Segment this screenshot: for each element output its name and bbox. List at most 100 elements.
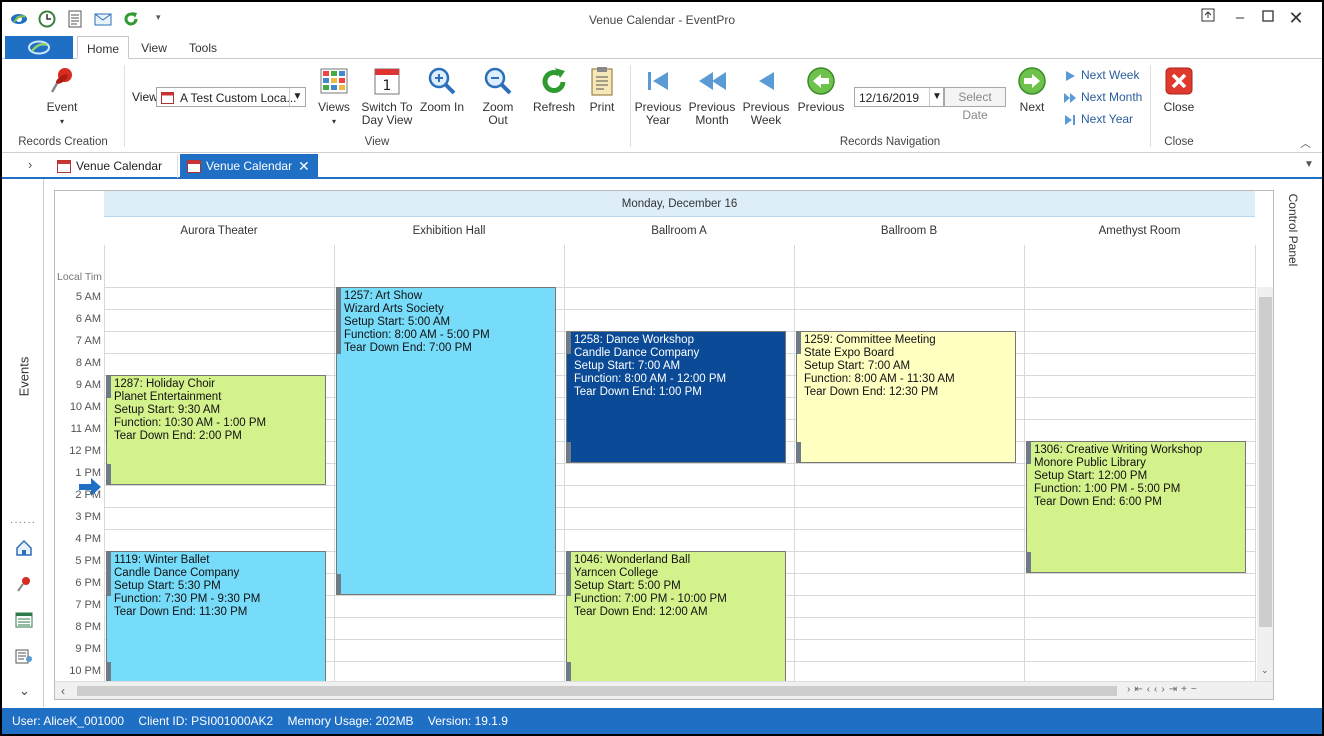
left-panel: Events ······ ⌄	[2, 179, 44, 707]
event-detail: Tear Down End: 6:00 PM	[1034, 496, 1162, 508]
splitter-grip[interactable]: ······	[10, 517, 36, 528]
close-window-icon[interactable]: ✕	[1286, 8, 1306, 28]
list-window-icon[interactable]	[15, 611, 33, 629]
select-date-button[interactable]: Select Date	[944, 87, 1006, 122]
separator	[1150, 65, 1151, 147]
time-label: 11 AM	[70, 423, 101, 435]
event-block[interactable]: 1046: Wonderland Ball Yarncen College Setu…	[566, 551, 786, 683]
event-block[interactable]: 1258: Dance Workshop Candle Dance Company…	[566, 331, 786, 463]
pushpin-icon	[50, 68, 72, 93]
group-records-creation: Records Creation	[18, 136, 108, 148]
event-block[interactable]: 1287: Holiday Choir Planet Entertainment S…	[106, 375, 326, 485]
application-menu-button[interactable]	[5, 36, 73, 59]
event-detail: Candle Dance Company	[114, 567, 240, 579]
date-chevron-down-icon[interactable]: ▼	[929, 88, 944, 106]
minimize-icon[interactable]: –	[1230, 8, 1250, 28]
app-menu-logo-icon	[28, 40, 50, 55]
event-block[interactable]: 1257: Art Show Wizard Arts Society Setup S…	[336, 287, 556, 595]
event-status-bar	[107, 552, 111, 682]
next-week-button[interactable]: Next Week	[1064, 67, 1139, 83]
event-button[interactable]: Event ▾	[34, 65, 90, 128]
view-label: View	[132, 90, 158, 104]
event-title: 1259: Committee Meeting	[804, 334, 936, 346]
restore-ribbon-icon[interactable]	[1198, 8, 1218, 28]
previous-button[interactable]: Previous	[796, 65, 846, 114]
previous-label: Previous	[797, 100, 845, 114]
next-month-button[interactable]: Next Month	[1064, 89, 1142, 105]
maximize-icon[interactable]	[1258, 8, 1278, 28]
event-pin-icon[interactable]	[15, 575, 33, 593]
chevron-right-icon[interactable]: ›	[28, 157, 32, 172]
event-detail: Tear Down End: 7:00 PM	[344, 342, 472, 354]
vertical-scrollbar[interactable]: ⌄	[1257, 287, 1273, 681]
views-button[interactable]: Views ▾	[314, 65, 354, 128]
event-block[interactable]: 1259: Committee Meeting State Expo Board S…	[796, 331, 1016, 463]
event-detail: State Expo Board	[804, 347, 895, 359]
horizontal-scrollbar[interactable]: ‹ ›⇤‹‹›⇥+−	[55, 681, 1273, 699]
events-label: Events	[16, 356, 32, 397]
chevron-down-icon[interactable]: ▼	[289, 88, 305, 106]
refresh-button[interactable]: Refresh	[530, 65, 578, 114]
time-label: 3 PM	[75, 511, 101, 523]
time-label: 6 PM	[75, 577, 101, 589]
close-x-icon	[1165, 67, 1193, 95]
column-divider	[1255, 245, 1256, 681]
tab-tools[interactable]: Tools	[182, 36, 224, 59]
tab-home[interactable]: Home	[77, 36, 129, 59]
next-year-button[interactable]: Next Year	[1064, 111, 1133, 127]
status-memory: Memory Usage: 202MB	[287, 714, 414, 728]
event-status-bar	[567, 552, 571, 682]
chevron-down-icon[interactable]: ⌄	[19, 683, 30, 699]
previous-month-button[interactable]: Previous Month	[688, 65, 736, 127]
navigator-buttons[interactable]: ›⇤‹‹›⇥+−	[1127, 684, 1201, 695]
zoom-in-button[interactable]: Zoom In	[418, 65, 466, 114]
time-zone-label: Local Tim	[57, 271, 102, 283]
home-icon[interactable]	[15, 539, 33, 557]
last-arrow-icon	[1065, 114, 1075, 125]
collapse-ribbon-icon[interactable]: ︿	[1300, 135, 1311, 151]
views-dropdown-icon: ▾	[331, 117, 336, 126]
previous-week-button[interactable]: Previous Week	[742, 65, 790, 127]
h-scrollbar-thumb[interactable]	[77, 686, 1117, 696]
date-value: 12/16/2019	[859, 91, 920, 105]
close-button[interactable]: Close	[1158, 65, 1200, 114]
right-panel: Control Panel	[1280, 179, 1322, 707]
previous-year-button[interactable]: Previous Year	[634, 65, 682, 127]
print-label: Print	[589, 100, 615, 114]
tab-view[interactable]: View	[133, 36, 175, 59]
control-panel-tab[interactable]: Control Panel	[1282, 189, 1304, 279]
event-detail: Yarncen College	[574, 567, 659, 579]
print-button[interactable]: Print	[582, 65, 622, 114]
switch-to-day-view-button[interactable]: 1 Switch To Day View	[360, 65, 414, 127]
scrollbar-thumb[interactable]	[1259, 297, 1272, 627]
scroll-left-icon[interactable]: ‹	[61, 684, 65, 698]
next-month-label: Next Month	[1081, 90, 1143, 104]
switch-day-label-1: Switch To	[361, 100, 413, 114]
ribbon-tab-row: Home View Tools	[2, 36, 1322, 59]
doc-tab-venue-calendar-2[interactable]: Venue Calendar ✕	[180, 154, 318, 178]
separator	[630, 65, 631, 147]
time-label: 7 PM	[75, 599, 101, 611]
scroll-down-icon[interactable]: ⌄	[1261, 665, 1269, 676]
event-detail: Tear Down End: 2:00 PM	[114, 430, 242, 442]
zoom-out-icon	[484, 67, 512, 95]
close-tab-icon[interactable]: ✕	[298, 154, 310, 178]
zoom-out-button[interactable]: Zoom Out	[472, 65, 524, 127]
event-detail: Setup Start: 12:00 PM	[1034, 470, 1148, 482]
date-input[interactable]: 12/16/2019 ▼	[854, 87, 944, 107]
time-label: 9 AM	[75, 379, 101, 391]
tab-list-dropdown-icon[interactable]: ▼	[1304, 159, 1314, 170]
double-arrow-right-icon	[1064, 92, 1076, 103]
next-button[interactable]: Next	[1012, 65, 1052, 114]
arrow-left-icon	[759, 72, 774, 90]
event-block[interactable]: 1119: Winter Ballet Candle Dance Company S…	[106, 551, 326, 683]
prev-month-label-2: Month	[695, 113, 729, 127]
doc-tab-venue-calendar-1[interactable]: Venue Calendar	[50, 154, 178, 178]
events-panel-tab[interactable]: Events	[10, 349, 36, 409]
event-block[interactable]: 1306: Creative Writing Workshop Monore Pu…	[1026, 441, 1246, 573]
view-select[interactable]: A Test Custom Loca... ▼	[156, 87, 306, 107]
zoom-in-label: Zoom In	[419, 100, 464, 114]
contact-card-icon[interactable]	[15, 647, 33, 665]
time-label: 10 AM	[69, 401, 101, 413]
refresh-label: Refresh	[532, 100, 576, 114]
